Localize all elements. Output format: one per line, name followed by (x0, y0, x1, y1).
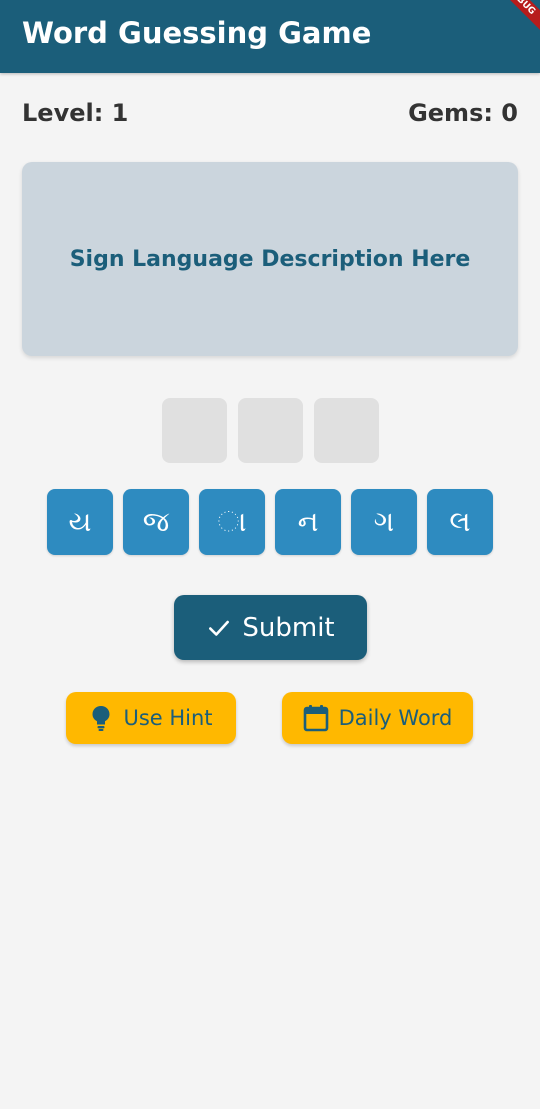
sign-description-text: Sign Language Description Here (69, 246, 471, 272)
submit-button[interactable]: Submit (174, 595, 367, 660)
app-bar: Word Guessing Game DEBUG (0, 0, 540, 73)
letter-tile[interactable]: ન (275, 489, 341, 555)
debug-banner: DEBUG (484, 0, 540, 38)
check-icon (209, 620, 230, 636)
letter-tiles: ય જ ા ન ગ લ (0, 489, 540, 555)
calendar-icon (303, 705, 328, 732)
lightbulb-icon (92, 706, 110, 731)
letter-tile[interactable]: જ (123, 489, 189, 555)
daily-word-label: Daily Word (338, 706, 453, 730)
answer-slots (0, 398, 540, 463)
letter-tile[interactable]: ગ (351, 489, 417, 555)
answer-slot[interactable] (237, 398, 303, 463)
letter-tile[interactable]: ા (199, 489, 265, 555)
use-hint-label: Use Hint (123, 706, 213, 730)
answer-slot[interactable] (161, 398, 227, 463)
app-title: Word Guessing Game (22, 16, 372, 50)
submit-label: Submit (242, 612, 335, 643)
sign-description-card: Sign Language Description Here (22, 162, 518, 356)
use-hint-button[interactable]: Use Hint (66, 692, 236, 744)
stats-row: Level: 1 Gems: 0 (22, 99, 518, 131)
letter-tile[interactable]: ય (47, 489, 113, 555)
level-indicator: Level: 1 (22, 99, 129, 127)
gems-counter: Gems: 0 (408, 99, 518, 127)
answer-slot[interactable] (313, 398, 379, 463)
letter-tile[interactable]: લ (427, 489, 493, 555)
daily-word-button[interactable]: Daily Word (282, 692, 473, 744)
